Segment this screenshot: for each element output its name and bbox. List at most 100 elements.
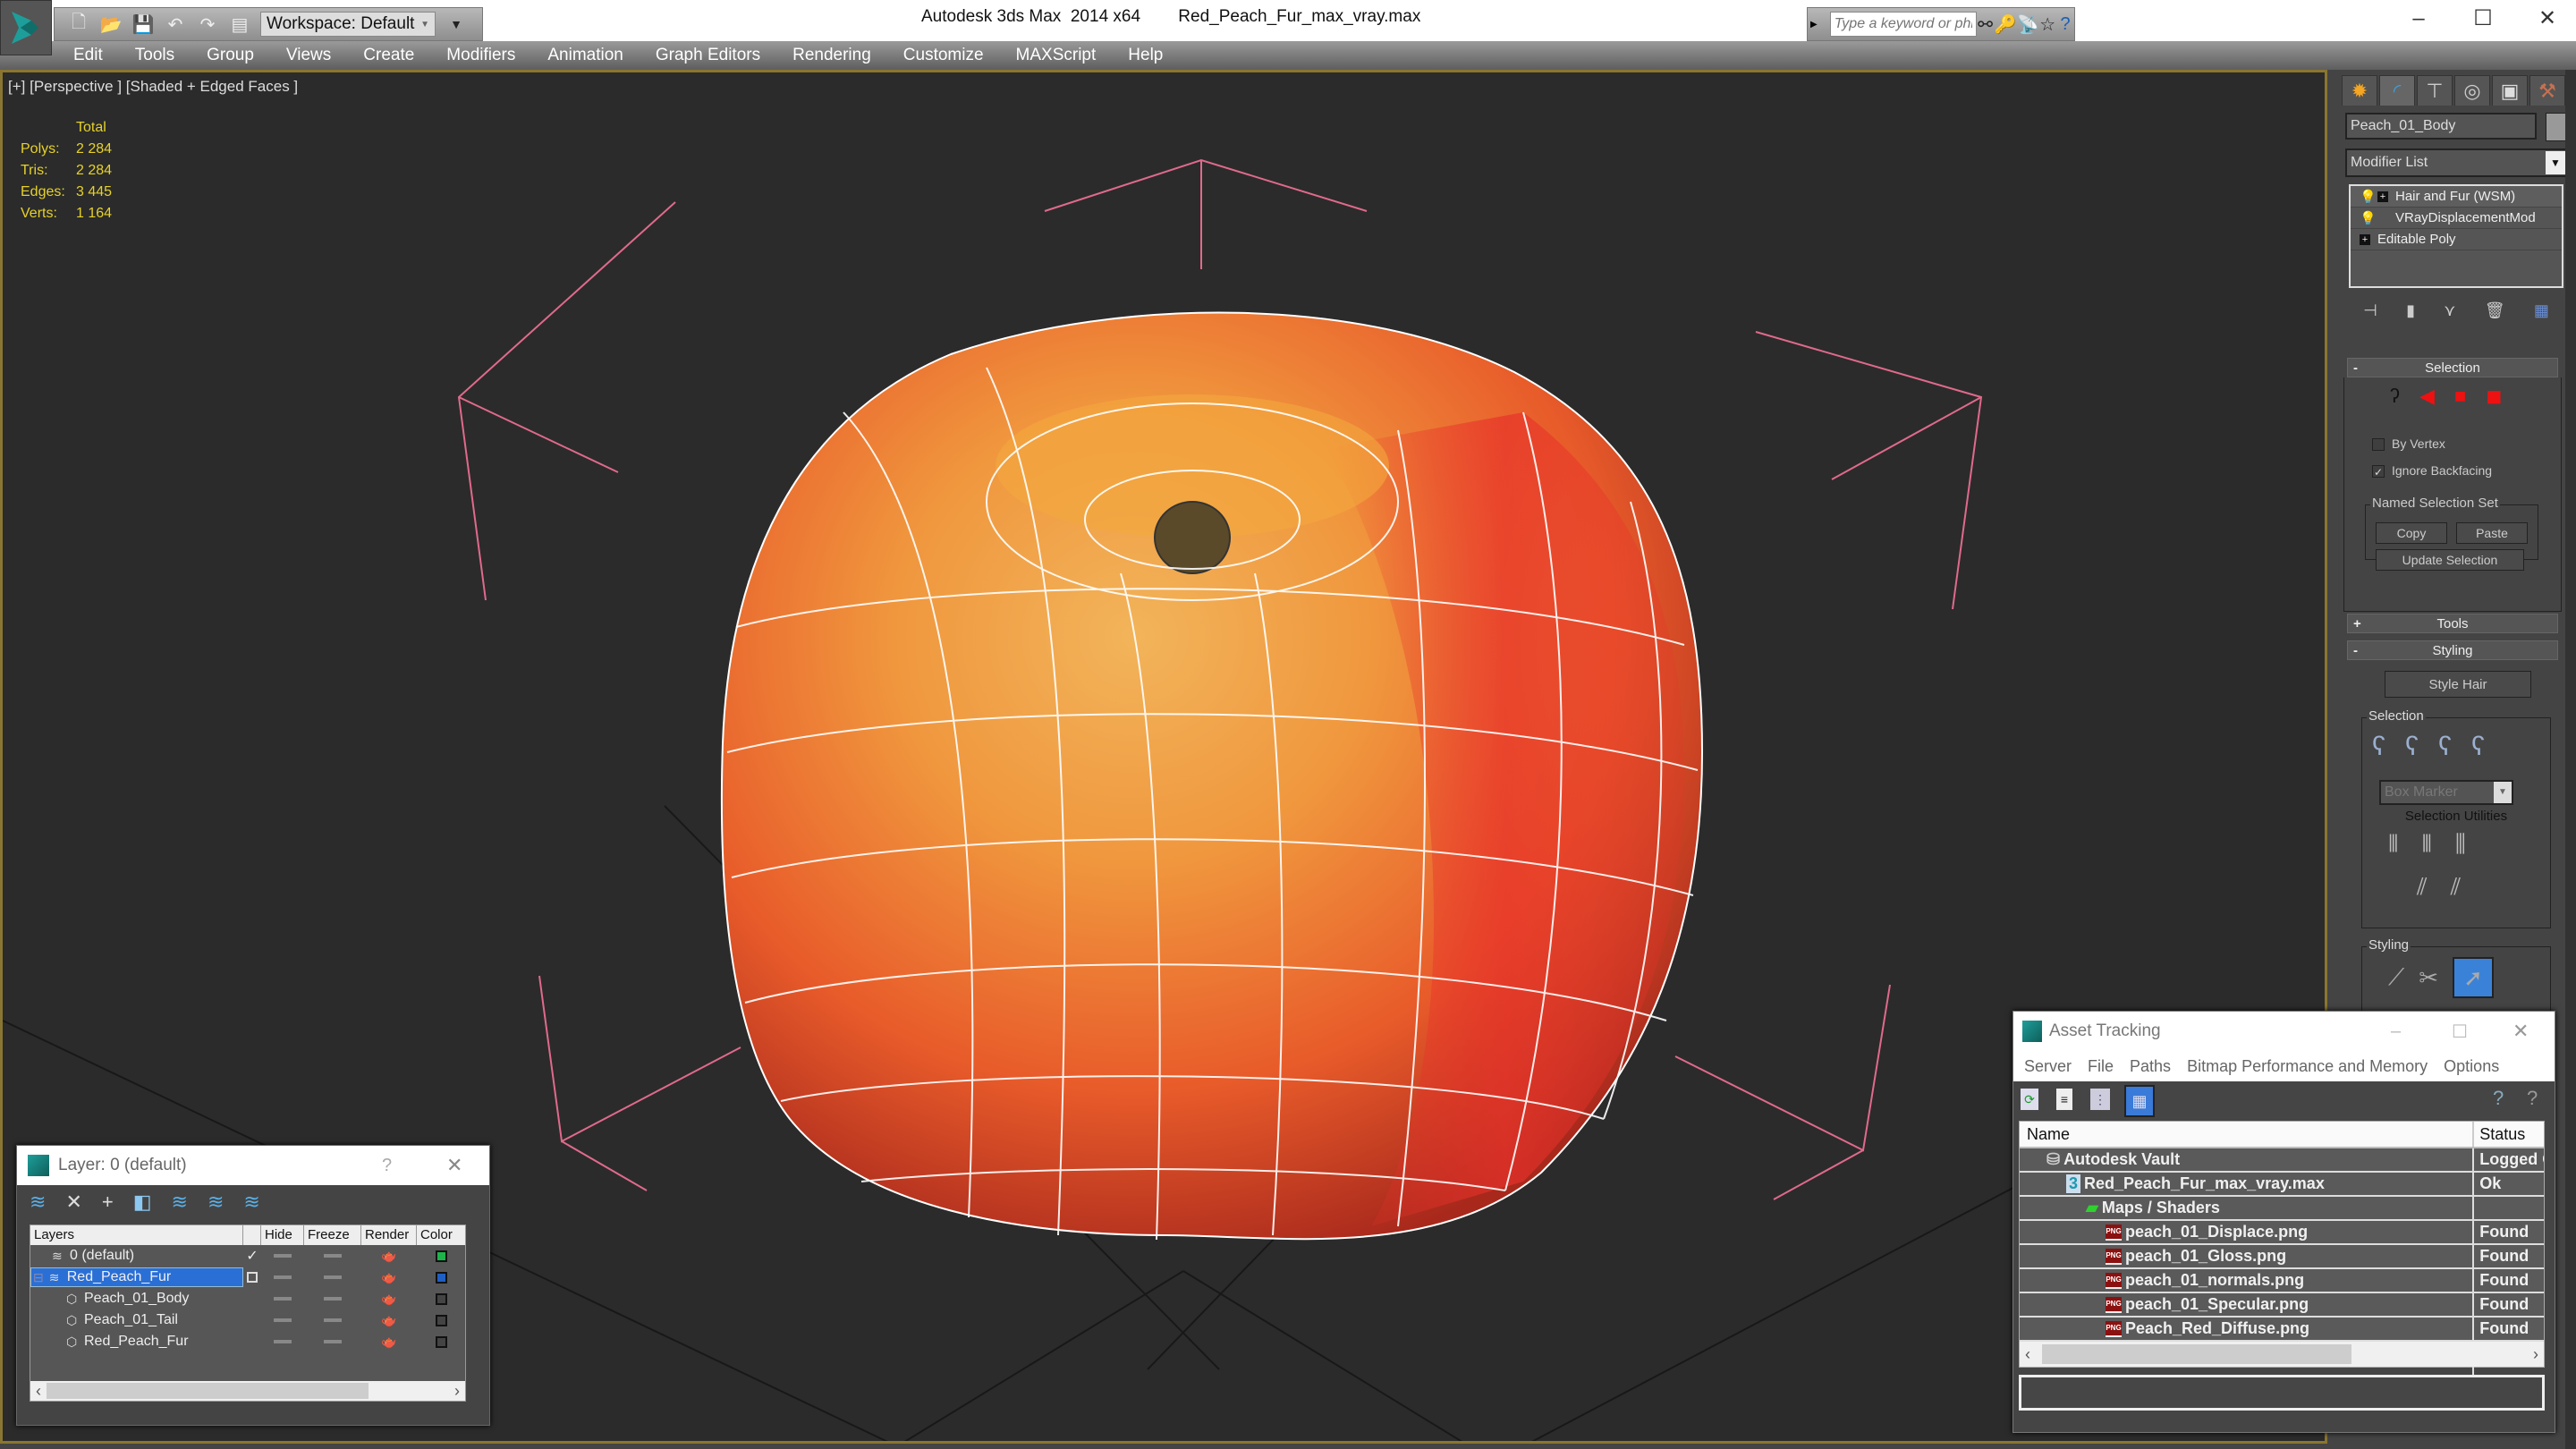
freeze-toggle[interactable] xyxy=(304,1254,361,1258)
pin-stack-icon[interactable]: ⊣ xyxy=(2363,301,2377,320)
undo-icon[interactable]: ↶ xyxy=(164,13,187,36)
column-render[interactable]: Render xyxy=(361,1225,417,1245)
polygon-level-icon[interactable]: ■ xyxy=(2454,385,2466,408)
modifier-list-dropdown[interactable]: Modifier List ▼ xyxy=(2345,148,2567,177)
close-button[interactable]: ✕ xyxy=(2512,1020,2529,1043)
asset-row[interactable]: 3 Red_Peach_Fur_max_vray.max Ok xyxy=(2020,1173,2544,1197)
asset-row[interactable]: PNG peach_01_Specular.png Found xyxy=(2020,1293,2544,1318)
asset-row[interactable]: ⛁Autodesk VaultLogged Out xyxy=(2020,1148,2544,1173)
motion-tab-icon[interactable]: ◎ xyxy=(2454,75,2490,106)
menu-maxscript[interactable]: MAXScript xyxy=(1016,46,1097,65)
menu-rendering[interactable]: Rendering xyxy=(792,46,871,65)
render-teapot-icon[interactable]: 🫖 xyxy=(361,1313,417,1328)
show-hidden-icon[interactable]: ⫽ xyxy=(2451,873,2462,902)
help-button[interactable]: ? xyxy=(382,1156,392,1176)
close-button[interactable]: ✕ xyxy=(446,1154,462,1177)
key-icon[interactable]: 🔑 xyxy=(1995,13,2017,36)
layer-color-swatch[interactable] xyxy=(435,1250,447,1262)
layer-name-cell[interactable]: ⊟ ≋ Red_Peach_Fur xyxy=(30,1267,243,1287)
table-view-icon[interactable]: ▦ xyxy=(2124,1085,2155,1117)
asset-path-field[interactable] xyxy=(2019,1375,2545,1411)
add-to-layer-icon[interactable]: + xyxy=(102,1191,114,1214)
freeze-toggle[interactable] xyxy=(304,1275,361,1279)
column-status[interactable]: Status xyxy=(2474,1122,2544,1147)
by-vertex-checkbox[interactable] xyxy=(2372,438,2385,451)
asset-row[interactable]: PNG Peach_Red_Diffuse.png Found xyxy=(2020,1318,2544,1342)
scrollbar-thumb[interactable] xyxy=(47,1383,369,1399)
binoculars-icon[interactable]: ⚯ xyxy=(1977,13,1995,36)
menu-options[interactable]: Options xyxy=(2444,1057,2499,1076)
asset-horizontal-scrollbar[interactable]: ‹ › xyxy=(2020,1342,2544,1367)
display-tab-icon[interactable]: ▣ xyxy=(2492,75,2528,106)
layer-color-swatch[interactable] xyxy=(435,1335,447,1348)
color-cell[interactable] xyxy=(417,1271,465,1284)
select-guide-vertices-icon[interactable]: ʕ xyxy=(2438,732,2452,762)
maximize-button[interactable]: ☐ xyxy=(2452,1021,2468,1043)
ignore-backfacing-checkbox[interactable]: ✓ xyxy=(2372,465,2385,479)
new-file-icon[interactable]: 🗋 xyxy=(67,13,90,36)
online-help-icon[interactable]: ? xyxy=(2493,1087,2504,1110)
current-layer-toggle[interactable]: ✓ xyxy=(243,1247,261,1265)
asset-row[interactable]: PNG peach_01_Displace.png Found xyxy=(2020,1221,2544,1245)
menu-create[interactable]: Create xyxy=(363,46,414,65)
minimize-button[interactable]: – xyxy=(2391,1021,2401,1042)
asset-row[interactable]: PNG peach_01_Gloss.png Found xyxy=(2020,1245,2544,1269)
menu-modifiers[interactable]: Modifiers xyxy=(446,46,515,65)
list-view-icon[interactable]: ≡ xyxy=(2056,1089,2072,1110)
color-cell[interactable] xyxy=(417,1335,465,1348)
layer-name-cell[interactable]: ⬡ Red_Peach_Fur xyxy=(30,1332,243,1352)
selection-rollout-header[interactable]: - Selection xyxy=(2347,358,2558,377)
collapse-icon[interactable]: ⊟ xyxy=(33,1270,44,1285)
menu-views[interactable]: Views xyxy=(286,46,331,65)
object-name-field[interactable]: Peach_01_Body xyxy=(2345,113,2537,140)
layer-name-cell[interactable]: ≋ 0 (default) xyxy=(30,1246,243,1266)
minimize-button[interactable]: – xyxy=(2399,4,2438,34)
expand-plus-icon[interactable]: + xyxy=(2360,233,2370,245)
redo-icon[interactable]: ↷ xyxy=(196,13,219,36)
create-new-layer-icon[interactable]: ≋ xyxy=(30,1191,46,1214)
asset-dialog-titlebar[interactable]: Asset Tracking – ☐ ✕ xyxy=(2013,1012,2555,1051)
column-current[interactable] xyxy=(243,1225,261,1245)
layer-horizontal-scrollbar[interactable]: ‹ › xyxy=(30,1381,465,1401)
layer-row[interactable]: ⬡ Peach_01_Body 🫖 xyxy=(30,1288,465,1309)
freeze-toggle[interactable] xyxy=(304,1318,361,1322)
hide-unhide-all-icon[interactable]: ≋ xyxy=(208,1191,224,1214)
color-cell[interactable] xyxy=(417,1250,465,1262)
menu-paths[interactable]: Paths xyxy=(2130,1057,2171,1076)
select-objects-in-layer-icon[interactable]: ◧ xyxy=(133,1191,152,1214)
menu-graph-editors[interactable]: Graph Editors xyxy=(656,46,760,65)
hide-toggle[interactable] xyxy=(261,1275,304,1279)
menu-animation[interactable]: Animation xyxy=(547,46,623,65)
create-tab-icon[interactable]: ✹ xyxy=(2342,75,2377,106)
utilities-tab-icon[interactable]: ⚒ xyxy=(2529,75,2565,106)
scroll-left-icon[interactable]: ‹ xyxy=(2025,1345,2030,1364)
column-freeze[interactable]: Freeze xyxy=(304,1225,361,1245)
lightbulb-icon[interactable]: 💡 xyxy=(2360,189,2377,205)
menu-customize[interactable]: Customize xyxy=(903,46,984,65)
asset-row[interactable]: PNG peach_01_normals.png Found xyxy=(2020,1269,2544,1293)
hair-brush-icon[interactable]: ⟋ xyxy=(2388,963,2404,992)
scroll-left-icon[interactable]: ‹ xyxy=(36,1382,41,1401)
lightbulb-icon[interactable]: 💡 xyxy=(2360,210,2377,226)
select-guide-by-root-icon[interactable]: ʕ xyxy=(2471,732,2485,762)
application-menu-button[interactable] xyxy=(0,0,52,55)
favorites-star-icon[interactable]: ☆ xyxy=(2038,13,2056,36)
layer-row[interactable]: ⬡ Red_Peach_Fur 🫖 xyxy=(30,1331,465,1352)
color-cell[interactable] xyxy=(417,1314,465,1326)
column-layers[interactable]: Layers xyxy=(30,1225,243,1245)
marker-type-dropdown[interactable]: Box Marker ▼ xyxy=(2379,780,2513,805)
workspace-dropdown[interactable]: Workspace: Default ▼ xyxy=(260,12,436,37)
close-button[interactable]: ✕ xyxy=(2528,4,2567,34)
hair-cut-icon[interactable]: ✂ xyxy=(2419,964,2438,992)
menu-bitmap-performance[interactable]: Bitmap Performance and Memory xyxy=(2187,1057,2428,1076)
hide-toggle[interactable] xyxy=(261,1297,304,1301)
color-cell[interactable] xyxy=(417,1292,465,1305)
layer-name-cell[interactable]: ⬡ Peach_01_Body xyxy=(30,1289,243,1309)
scrollbar-thumb[interactable] xyxy=(2042,1343,2351,1365)
hide-toggle[interactable] xyxy=(261,1254,304,1258)
freeze-unfreeze-all-icon[interactable]: ≋ xyxy=(243,1191,259,1214)
paste-button[interactable]: Paste xyxy=(2456,522,2528,544)
project-folder-icon[interactable]: ▤ xyxy=(228,13,251,36)
layer-row[interactable]: ≋ 0 (default) ✓ 🫖 xyxy=(30,1245,465,1267)
hide-toggle[interactable] xyxy=(261,1340,304,1343)
